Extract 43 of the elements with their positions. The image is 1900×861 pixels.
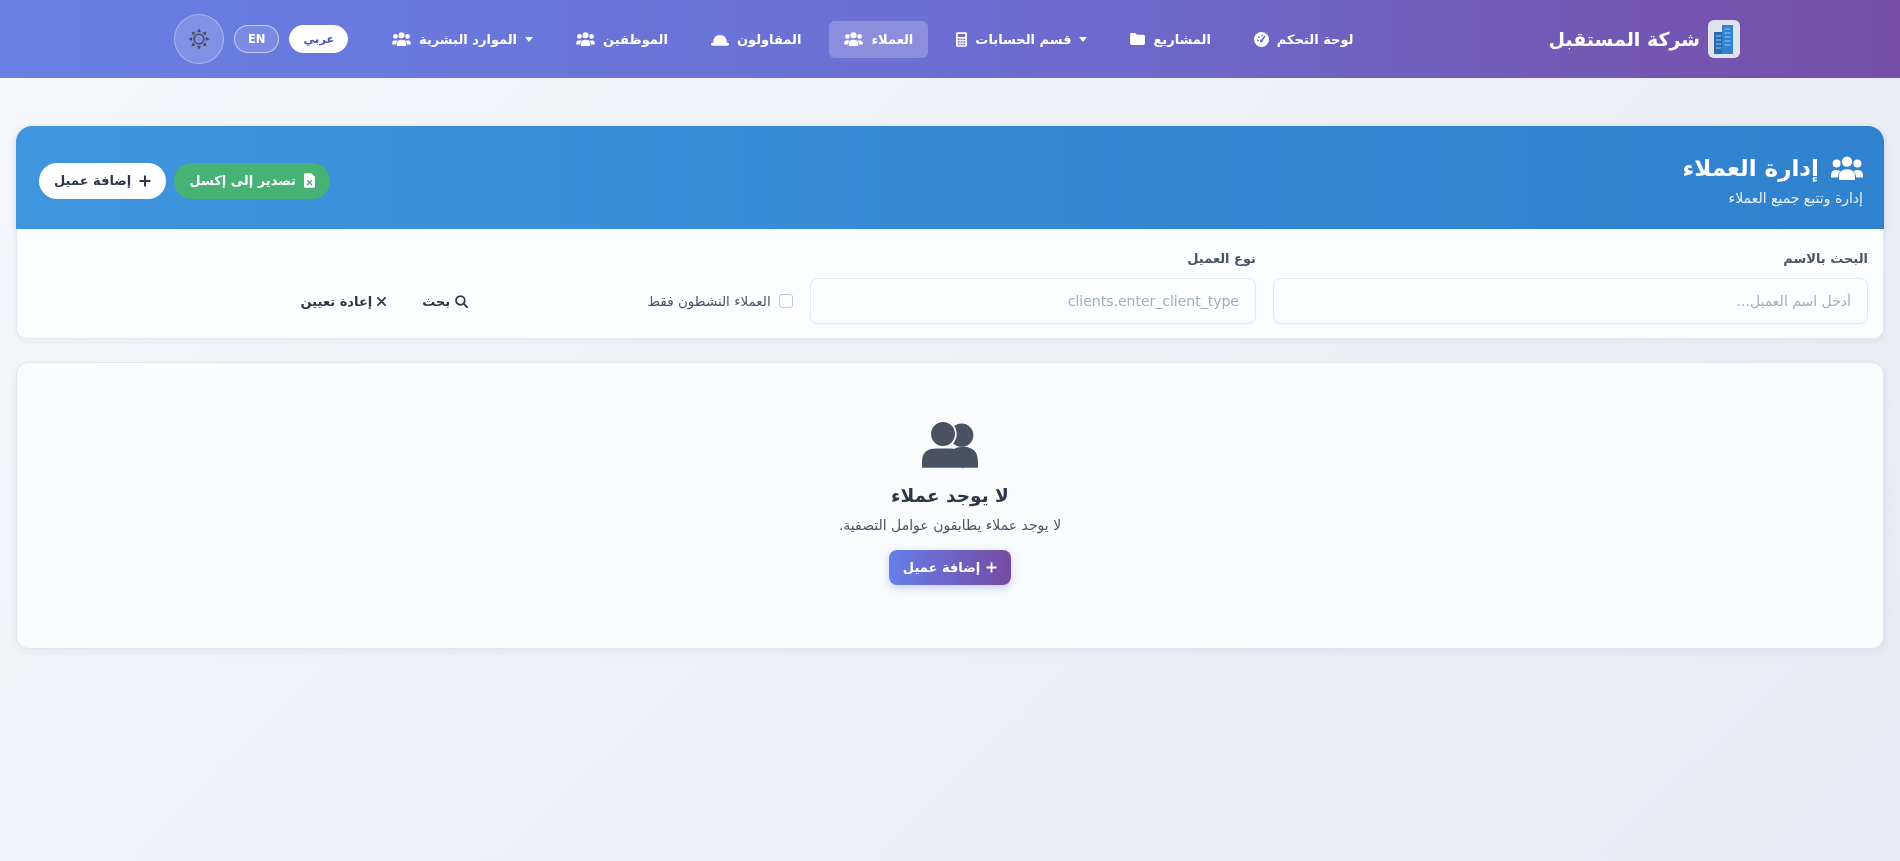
page-subtitle: إدارة وتتبع جميع العملاء xyxy=(1727,190,1863,206)
nav-link[interactable]: الموارد البشرية xyxy=(377,20,549,58)
theme-toggle-button[interactable] xyxy=(174,14,224,64)
users-icon xyxy=(922,421,978,468)
checkbox-label: العملاء النشطون فقط xyxy=(647,293,771,309)
search-button[interactable]: بحث xyxy=(412,287,479,315)
users-icon xyxy=(1831,156,1863,180)
nav-link[interactable]: لوحة التحكم xyxy=(1238,20,1369,58)
folder-icon xyxy=(1130,33,1146,45)
add-client-button[interactable]: إضافة عميل xyxy=(888,550,1012,585)
caret-icon xyxy=(1079,36,1088,42)
users-icon xyxy=(392,32,411,46)
plus-icon xyxy=(139,174,152,187)
nav-link[interactable]: الموظفين xyxy=(561,20,683,58)
empty-state-message: لا يوجد عملاء يطابقون عوامل التصفية. xyxy=(838,517,1062,533)
nav-link[interactable]: المشاريع xyxy=(1115,20,1226,58)
calculator-icon xyxy=(956,31,968,47)
field-label: نوع العميل xyxy=(1187,251,1256,266)
sun-icon xyxy=(188,28,210,50)
client-type-field[interactable]: clients.enter_client_type xyxy=(809,278,1256,324)
empty-state-title: لا يوجد عملاء xyxy=(891,485,1009,506)
building-icon xyxy=(1708,20,1740,58)
reset-button[interactable]: إعادة تعيين xyxy=(290,287,397,315)
x-icon xyxy=(377,296,387,306)
users-icon xyxy=(844,32,864,46)
export-button[interactable]: تصدير إلى إكسل xyxy=(174,162,330,199)
page-title: إدارة العملاء xyxy=(1682,155,1819,181)
add-client-button[interactable]: إضافة عميل xyxy=(39,162,167,199)
caret-icon xyxy=(525,36,534,42)
gauge-icon xyxy=(1253,31,1269,47)
field-label: البحث بالاسم xyxy=(1783,251,1868,266)
nav-link[interactable]: العملاء xyxy=(829,20,929,58)
language-button[interactable]: عربي xyxy=(289,25,349,53)
search-icon xyxy=(455,294,469,308)
brand-name[interactable]: شركة المستقبل xyxy=(1548,28,1700,50)
nav-link[interactable]: المقاولون xyxy=(695,20,817,58)
checkbox[interactable] xyxy=(778,294,793,308)
hard-hat-icon xyxy=(710,32,729,46)
nav-link[interactable]: قسم الحسابات xyxy=(941,20,1103,58)
file-icon xyxy=(303,173,315,188)
users-icon xyxy=(576,32,596,46)
language-button[interactable]: EN xyxy=(234,25,280,53)
plus-icon xyxy=(986,562,998,573)
